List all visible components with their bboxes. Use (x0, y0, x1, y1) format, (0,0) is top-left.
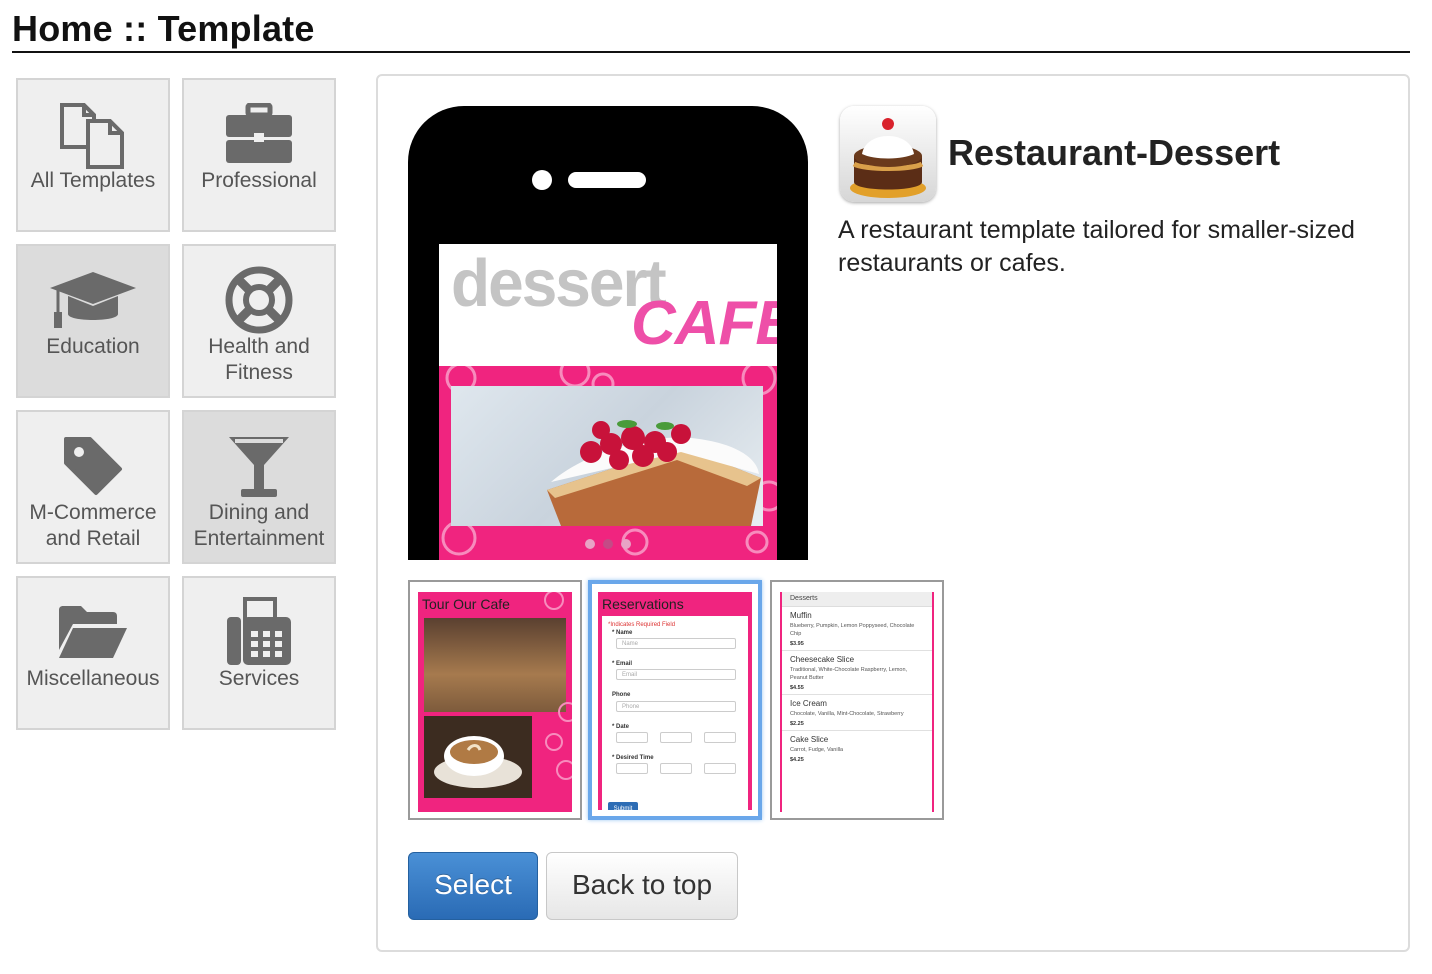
category-label: M-Commerce and Retail (29, 501, 157, 550)
time-hour-select[interactable] (616, 763, 648, 774)
back-to-top-button[interactable]: Back to top (546, 852, 738, 920)
dessert-photo (451, 386, 763, 526)
date-year-select[interactable] (704, 732, 736, 743)
category-professional[interactable]: Professional (182, 78, 336, 232)
select-button[interactable]: Select (408, 852, 538, 920)
cocktail-glass-icon (184, 430, 334, 502)
page-title: Home :: Template (12, 8, 315, 49)
lifebuoy-icon (184, 264, 334, 336)
menu-item-price: $4.55 (790, 685, 804, 691)
time-label: * Desired Time (612, 755, 654, 761)
menu-item-name: Ice Cream (790, 699, 827, 708)
bubble-pattern (544, 592, 572, 780)
category-dining-entertainment[interactable]: Dining and Entertainment (182, 410, 336, 564)
phone-speaker (568, 172, 646, 188)
date-label: * Date (612, 724, 630, 730)
thumbnail-screen: Desserts Muffin Blueberry, Pumpkin, Lemo… (780, 592, 934, 812)
category-label: Education (46, 335, 140, 358)
menu-item: Cake Slice Carrot, Fudge, Vanilla $4.25 (782, 731, 932, 766)
time-ampm-select[interactable] (704, 763, 736, 774)
category-services[interactable]: Services (182, 576, 336, 730)
reservation-form: *Indicates Required Field * Name Name * … (602, 616, 748, 810)
copy-icon (18, 98, 168, 170)
category-label: Health and Fitness (208, 335, 310, 384)
menu-item: Muffin Blueberry, Pumpkin, Lemon Poppyse… (782, 607, 932, 651)
required-note: *Indicates Required Field (608, 622, 676, 628)
menu-item-desc: Blueberry, Pumpkin, Lemon Poppyseed, Cho… (790, 623, 915, 637)
category-label: Professional (201, 169, 317, 192)
title-divider (12, 51, 1410, 53)
menu-item-price: $4.25 (790, 757, 804, 763)
preview-banner (439, 366, 777, 560)
carousel-dots[interactable] (439, 536, 777, 554)
menu-item-name: Cake Slice (790, 735, 829, 744)
category-education[interactable]: Education (16, 244, 170, 398)
category-health-fitness[interactable]: Health and Fitness (182, 244, 336, 398)
phone-label: Phone (612, 692, 631, 698)
time-minute-select[interactable] (660, 763, 692, 774)
submit-button[interactable]: Submit (608, 802, 638, 810)
phone-camera (532, 170, 552, 190)
preview-logo: dessert CAFE (439, 244, 777, 366)
category-label: All Templates (30, 169, 156, 192)
thumbnail-title: Desserts (782, 592, 932, 607)
category-miscellaneous[interactable]: Miscellaneous (16, 576, 170, 730)
menu-item: Cheesecake Slice Traditional, White-Choc… (782, 651, 932, 695)
briefcase-icon (184, 98, 334, 170)
phone-preview: dessert CAFE (408, 106, 808, 560)
graduation-cap-icon (18, 264, 168, 336)
menu-item-name: Cheesecake Slice (790, 655, 855, 664)
thumbnail-title: Reservations (602, 596, 684, 612)
cake-app-icon (840, 106, 936, 202)
category-label: Miscellaneous (26, 667, 160, 690)
phone-field[interactable]: Phone (616, 701, 736, 712)
thumbnail-screen: Reservations *Indicates Required Field *… (598, 592, 752, 810)
name-field[interactable]: Name (616, 638, 736, 649)
name-label: * Name (612, 630, 633, 636)
menu-item-name: Muffin (790, 611, 812, 620)
menu-item-desc: Traditional, White-Chocolate Raspberry, … (790, 667, 908, 681)
logo-word-cafe: CAFE (631, 289, 777, 358)
thumbnail-reservations[interactable]: Reservations *Indicates Required Field *… (588, 580, 762, 820)
thumbnail-tour-our-cafe[interactable]: Tour Our Cafe (408, 580, 582, 820)
category-mcommerce-retail[interactable]: M-Commerce and Retail (16, 410, 170, 564)
date-day-select[interactable] (660, 732, 692, 743)
menu-item: Ice Cream Chocolate, Vanilla, Mint-Choco… (782, 695, 932, 731)
thumbnail-desserts-menu[interactable]: Desserts Muffin Blueberry, Pumpkin, Lemo… (770, 580, 944, 820)
folder-open-icon (18, 596, 168, 668)
thumbnail-screen: Tour Our Cafe (418, 592, 572, 812)
category-label: Dining and Entertainment (193, 501, 325, 550)
date-month-select[interactable] (616, 732, 648, 743)
menu-item-desc: Carrot, Fudge, Vanilla (790, 747, 844, 753)
category-all-templates[interactable]: All Templates (16, 78, 170, 232)
menu-item-desc: Chocolate, Vanilla, Mint-Chocolate, Stra… (790, 711, 904, 717)
template-name: Restaurant-Dessert (948, 132, 1281, 173)
phone-screen: dessert CAFE (439, 244, 777, 560)
email-label: * Email (612, 661, 633, 667)
template-description: A restaurant template tailored for small… (838, 216, 1355, 277)
email-field[interactable]: Email (616, 669, 736, 680)
category-label: Services (218, 667, 300, 690)
menu-item-price: $3.95 (790, 641, 804, 647)
fax-icon (184, 596, 334, 668)
tag-icon (18, 430, 168, 502)
menu-item-price: $2.25 (790, 721, 804, 727)
